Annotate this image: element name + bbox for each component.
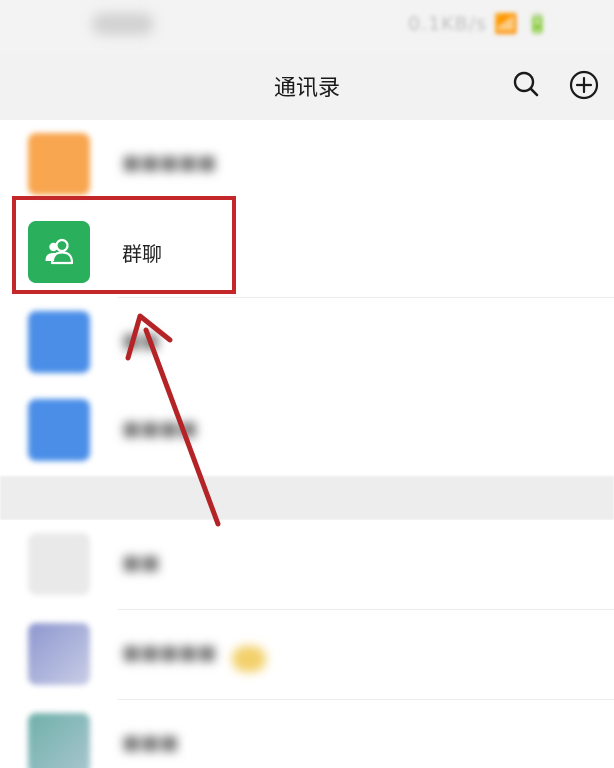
contact-name-blurred: ■■■	[122, 730, 179, 754]
contact-avatar	[28, 623, 90, 685]
official-accounts-icon	[28, 399, 90, 461]
new-friends-icon	[28, 133, 90, 195]
contact-name-blurred: ■■■■■	[122, 640, 217, 664]
contact-row[interactable]: ■■■■■	[0, 610, 614, 700]
new-friends-label-blurred: ■■■■■	[122, 150, 217, 174]
badge	[232, 646, 266, 672]
status-time	[92, 13, 154, 35]
official-accounts-label-blurred: ■■■■	[122, 416, 198, 440]
contact-name-blurred: ■■	[122, 550, 160, 574]
section-header	[0, 476, 614, 520]
contact-avatar	[28, 713, 90, 768]
contacts-row-tags[interactable]: ■■	[0, 298, 614, 388]
contacts-screen: 0.1KB/s 📶 🔋 通讯录 ■■■■■ 群聊 ■■ ■■■■ ■■ ■■■■…	[0, 0, 614, 768]
contact-row[interactable]: ■■	[0, 520, 614, 610]
tags-label-blurred: ■■	[122, 328, 160, 352]
header: 通讯录	[0, 54, 614, 120]
contacts-row-official-accounts[interactable]: ■■■■	[0, 386, 614, 476]
status-indicators: 0.1KB/s 📶 🔋	[408, 13, 551, 34]
plus-circle-icon[interactable]	[566, 67, 602, 103]
highlight-box	[12, 196, 236, 294]
search-icon[interactable]	[508, 67, 544, 103]
status-bar: 0.1KB/s 📶 🔋	[0, 0, 614, 54]
contact-avatar	[28, 533, 90, 595]
tags-icon	[28, 311, 90, 373]
contact-row[interactable]: ■■■	[0, 700, 614, 768]
